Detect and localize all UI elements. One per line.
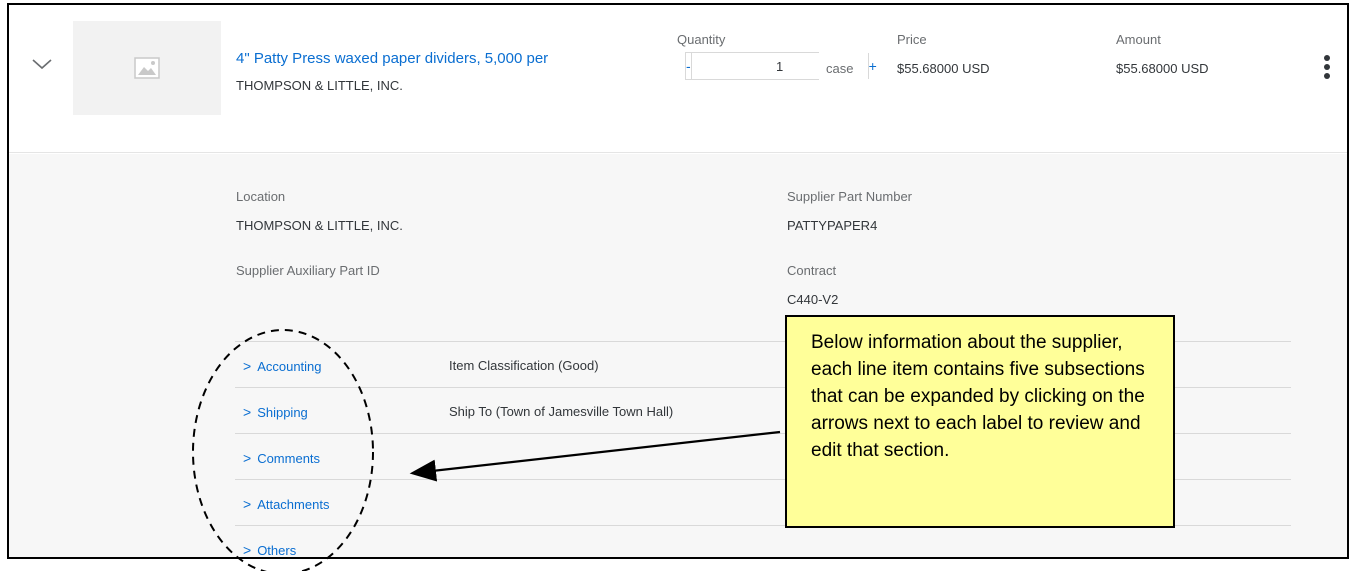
section-toggle-accounting[interactable]: > Accounting: [243, 358, 322, 374]
location-label: Location: [236, 189, 286, 204]
quantity-label: Quantity: [677, 32, 726, 47]
chevron-right-icon: >: [243, 496, 252, 512]
section-toggle-shipping[interactable]: > Shipping: [243, 404, 308, 420]
aux-part-label: Supplier Auxiliary Part ID: [236, 263, 380, 278]
amount-label: Amount: [1116, 32, 1161, 47]
section-label: Accounting: [257, 358, 322, 374]
item-supplier-name: THOMPSON & LITTLE, INC.: [236, 78, 403, 93]
location-value: THOMPSON & LITTLE, INC.: [236, 218, 403, 233]
line-item-panel: 4" Patty Press waxed paper dividers, 5,0…: [7, 3, 1349, 559]
vertical-ellipsis-icon[interactable]: [1322, 55, 1332, 85]
section-label: Comments: [257, 450, 321, 466]
unit-of-measure: case: [826, 61, 854, 76]
supplier-part-value: PATTYPAPER4: [787, 218, 878, 233]
price-label: Price: [897, 32, 927, 47]
contract-label: Contract: [787, 263, 837, 278]
item-thumbnail: [73, 21, 221, 115]
section-toggle-others[interactable]: > Others: [243, 542, 297, 558]
amount-value: $55.68000 USD: [1116, 61, 1209, 76]
section-summary: Ship To (Town of Jamesville Town Hall): [449, 404, 674, 419]
section-label: Shipping: [257, 404, 308, 420]
instruction-callout: Below information about the supplier, ea…: [785, 315, 1175, 528]
price-value: $55.68000 USD: [897, 61, 990, 76]
quantity-stepper: - +: [685, 52, 877, 80]
section-label: Attachments: [257, 496, 330, 512]
line-item-row: 4" Patty Press waxed paper dividers, 5,0…: [9, 5, 1347, 153]
chevron-right-icon: >: [243, 542, 252, 558]
section-toggle-comments[interactable]: > Comments: [243, 450, 320, 466]
section-toggle-attachments[interactable]: > Attachments: [243, 496, 329, 512]
section-others: > Others: [235, 525, 1291, 558]
supplier-part-label: Supplier Part Number: [787, 189, 912, 204]
chevron-right-icon: >: [243, 404, 252, 420]
section-label: Others: [257, 542, 297, 558]
contract-value: C440-V2: [787, 292, 839, 307]
chevron-right-icon: >: [243, 450, 252, 466]
chevron-right-icon: >: [243, 358, 252, 374]
image-placeholder-icon: [134, 57, 160, 79]
item-title-link[interactable]: 4" Patty Press waxed paper dividers, 5,0…: [236, 50, 548, 67]
increment-button[interactable]: +: [869, 53, 877, 79]
section-summary: Item Classification (Good): [449, 358, 599, 373]
chevron-down-icon[interactable]: [31, 57, 53, 71]
